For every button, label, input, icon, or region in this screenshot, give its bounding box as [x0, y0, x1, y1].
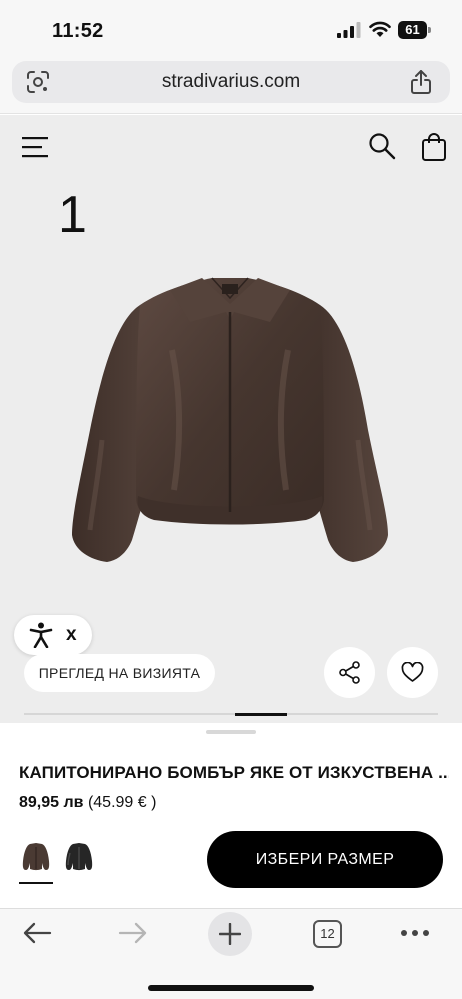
home-indicator: [148, 985, 314, 991]
accessibility-widget[interactable]: x: [14, 615, 92, 655]
browser-address-area: stradivarius.com: [0, 58, 462, 114]
status-bar: 11:52 61: [0, 0, 462, 58]
back-arrow-icon[interactable]: [22, 922, 52, 944]
google-lens-icon[interactable]: [26, 71, 50, 93]
product-price: 89,95 лв (45.99 € ): [19, 794, 156, 812]
heart-icon: [401, 662, 424, 682]
tabs-button[interactable]: 12: [313, 920, 342, 948]
product-image[interactable]: [62, 260, 398, 580]
address-url[interactable]: stradivarius.com: [12, 61, 450, 103]
new-tab-button[interactable]: [208, 912, 252, 956]
product-title: КАПИТОНИРАНО БОМБЪР ЯКЕ ОТ ИЗКУСТВЕНА ..…: [19, 763, 449, 782]
accessibility-icon[interactable]: [29, 622, 53, 648]
forward-arrow-icon[interactable]: [118, 922, 148, 944]
search-icon[interactable]: [368, 132, 396, 160]
color-swatch-black[interactable]: [64, 841, 94, 873]
battery-icon: 61: [398, 21, 432, 39]
select-size-button[interactable]: ИЗБЕРИ РАЗМЕР: [207, 831, 443, 888]
color-swatch-brown[interactable]: [21, 841, 51, 873]
product-sheet[interactable]: КАПИТОНИРАНО БОМБЪР ЯКЕ ОТ ИЗКУСТВЕНА ..…: [0, 723, 462, 908]
sheet-handle[interactable]: [206, 730, 256, 734]
price-main: 89,95 лв: [19, 794, 84, 811]
address-bar[interactable]: stradivarius.com: [12, 61, 450, 103]
share-product-button[interactable]: [324, 647, 375, 698]
plus-icon: [219, 923, 241, 945]
share-nodes-icon: [339, 661, 360, 684]
product-gallery[interactable]: 1 x ПРЕГЛЕД НА ВИЗИЯТА: [0, 115, 462, 723]
battery-level: 61: [398, 21, 427, 39]
image-index: 1: [58, 186, 87, 244]
more-icon[interactable]: [400, 929, 430, 937]
visit-preview-button[interactable]: ПРЕГЛЕД НА ВИЗИЯТА: [24, 654, 215, 692]
accessibility-close-button[interactable]: x: [66, 624, 77, 646]
shopping-bag-icon[interactable]: [421, 132, 447, 162]
browser-toolbar: 12: [0, 908, 462, 999]
hamburger-menu-icon[interactable]: [22, 136, 48, 158]
signal-icon: [337, 22, 361, 38]
gallery-progress-fill: [235, 713, 287, 716]
price-alt: (45.99 € ): [87, 794, 157, 811]
status-time: 11:52: [52, 20, 104, 42]
selected-color-indicator: [19, 882, 53, 884]
gallery-progress: [24, 713, 438, 716]
wifi-icon: [369, 21, 391, 37]
share-icon[interactable]: [410, 69, 432, 95]
favorite-button[interactable]: [387, 647, 438, 698]
